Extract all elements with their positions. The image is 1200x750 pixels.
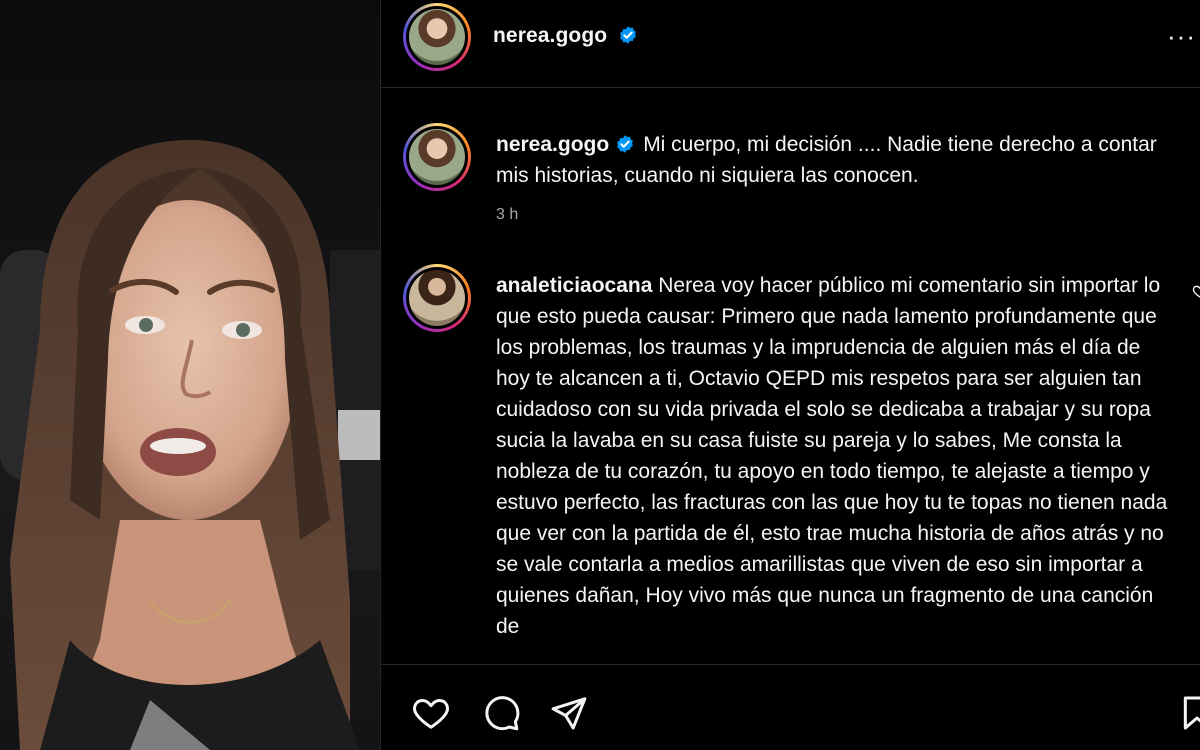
caption-author-avatar[interactable] <box>403 123 471 191</box>
heart-icon[interactable] <box>411 693 451 733</box>
comment: analeticiaocana Nerea voy hacer público … <box>496 270 1176 664</box>
post-caption: nerea.gogo Mi cuerpo, mi decisión .... Na… <box>496 129 1176 191</box>
comment-text: Nerea voy hacer público mi comentario si… <box>496 274 1168 638</box>
post-header: nerea.gogo ··· <box>381 0 1200 88</box>
caption-author-username[interactable]: nerea.gogo <box>496 133 609 156</box>
post-timestamp[interactable]: 3 h <box>496 206 518 224</box>
post-media[interactable] <box>0 0 380 750</box>
avatar-photo <box>409 129 465 185</box>
commenter-avatar[interactable] <box>403 264 471 332</box>
author-avatar[interactable] <box>403 3 471 71</box>
comment-bubble-icon[interactable] <box>481 693 521 733</box>
author-username-link[interactable]: nerea.gogo <box>493 24 607 47</box>
comment-like-icon[interactable] <box>1192 283 1200 299</box>
paper-plane-icon[interactable] <box>549 693 589 733</box>
bookmark-icon[interactable] <box>1177 693 1200 733</box>
verified-badge-icon <box>619 26 636 44</box>
more-options-button[interactable]: ··· <box>1167 26 1200 46</box>
post-media-image <box>0 140 380 750</box>
post-actions-bar <box>381 664 1200 750</box>
avatar-photo <box>409 270 465 326</box>
avatar-photo <box>409 9 465 65</box>
post-details-panel: nerea.gogo ··· nerea.gogo Mi cuerpo, mi d… <box>380 0 1200 750</box>
commenter-username[interactable]: analeticiaocana <box>496 274 652 297</box>
header-author: nerea.gogo <box>493 24 638 48</box>
verified-badge-icon <box>617 135 634 153</box>
